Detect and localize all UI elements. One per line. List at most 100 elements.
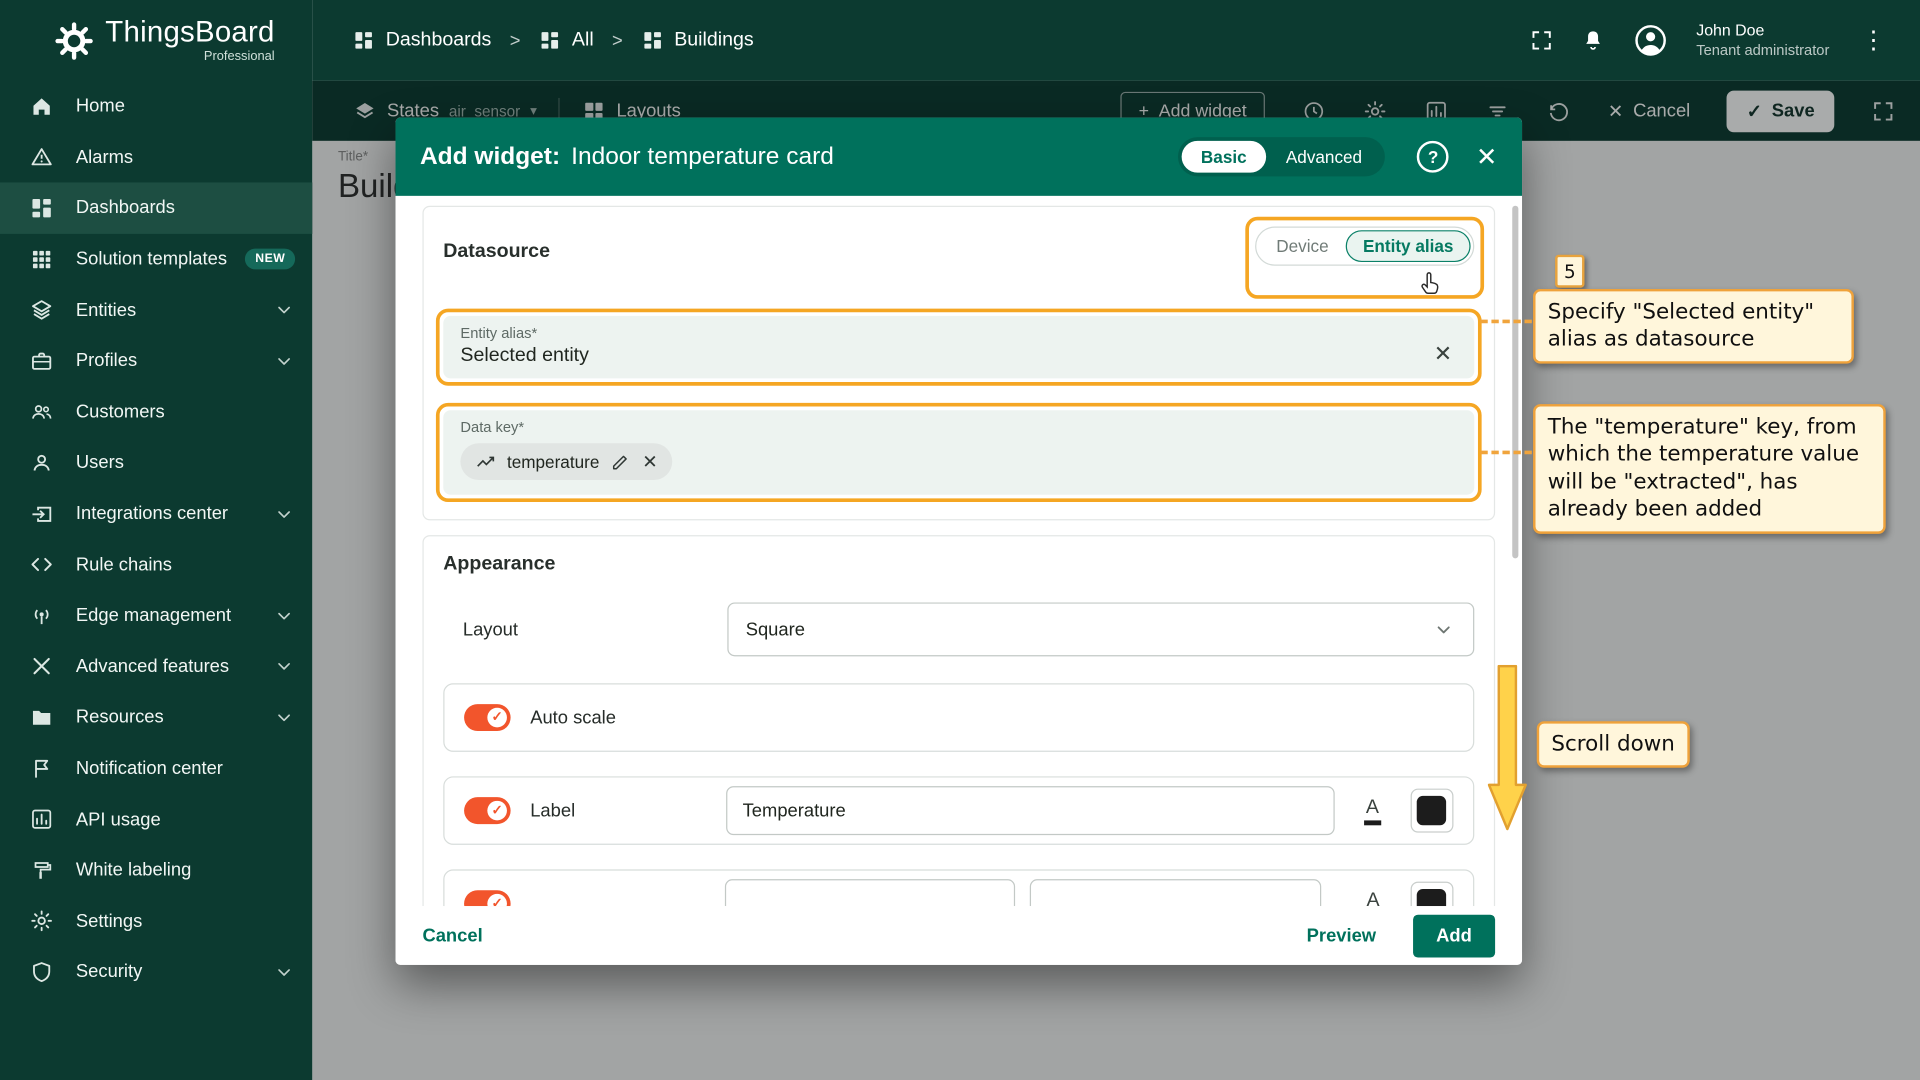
entity-alias-field[interactable]: Entity alias* Selected entity ✕ (443, 315, 1475, 379)
dialog-header: Add widget: Indoor temperature card Basi… (395, 117, 1523, 196)
entity-alias-label: Entity alias* (460, 324, 538, 342)
chevron-down-icon (278, 612, 290, 620)
sidebar-nav: Home Alarms Dashboards Solution template… (0, 81, 313, 1080)
sidebar-item-resources[interactable]: Resources (0, 692, 312, 743)
data-key-field[interactable]: Data key* temperature ✕ (443, 410, 1475, 495)
chevron-down-icon (278, 714, 290, 722)
data-key-chip[interactable]: temperature ✕ (460, 443, 673, 481)
sidebar-item-integrations-center[interactable]: Integrations center (0, 488, 312, 539)
warning-icon (31, 148, 52, 166)
letter-a-icon: A (1366, 889, 1380, 907)
clipped-input-2[interactable] (1030, 879, 1321, 907)
appearance-section: Appearance Layout Square Auto scale Labe… (422, 535, 1496, 907)
sidebar-item-label: Edge management (75, 605, 232, 627)
breadcrumb: Dashboards > All > Buildings (353, 29, 754, 51)
sidebar-item-label: Security (75, 961, 143, 983)
dialog-cancel-button[interactable]: Cancel (422, 925, 482, 946)
sidebar-item-security[interactable]: Security (0, 947, 312, 998)
dialog-title-prefix: Add widget: (420, 142, 561, 170)
antenna-icon (34, 609, 49, 624)
dialog-scrollbar[interactable] (1512, 205, 1519, 559)
clipped-color-button[interactable] (1410, 881, 1454, 907)
appearance-heading: Appearance (443, 553, 556, 575)
people-icon (32, 405, 52, 420)
user-name: John Doe (1696, 20, 1765, 39)
entity-alias-value: Selected entity (460, 345, 589, 367)
breadcrumb-label: All (571, 29, 594, 51)
input-icon (32, 506, 52, 522)
sidebar-item-notification-center[interactable]: Notification center (0, 743, 312, 794)
sidebar-item-api-usage[interactable]: API usage (0, 794, 312, 845)
remove-key-button[interactable]: ✕ (642, 451, 657, 473)
sidebar-item-edge-management[interactable]: Edge management (0, 590, 312, 641)
header-actions: John Doe Tenant administrator ⋮ (1530, 21, 1891, 61)
preview-button[interactable]: Preview (1307, 925, 1376, 946)
sidebar-item-white-labeling[interactable]: White labeling (0, 845, 312, 896)
layout-select[interactable]: Square (727, 602, 1475, 657)
step-number-badge: 5 (1555, 254, 1585, 288)
clipped-input-1[interactable] (724, 879, 1016, 907)
label-color-button[interactable] (1410, 788, 1454, 833)
edit-pencil-icon[interactable] (610, 451, 631, 472)
label-input[interactable] (726, 786, 1335, 836)
sidebar-item-rule-chains[interactable]: Rule chains (0, 539, 312, 590)
sidebar-item-label: Settings (75, 910, 143, 932)
clipped-form-row: A (443, 869, 1475, 907)
sidebar-item-dashboards[interactable]: Dashboards (0, 182, 313, 234)
sidebar-item-home[interactable]: Home (0, 81, 312, 132)
callout-data-key: The "temperature" key, from which the te… (1533, 404, 1886, 534)
breadcrumb-item-all[interactable]: All (539, 29, 594, 51)
add-button[interactable]: Add (1412, 914, 1496, 957)
sidebar-item-label: Integrations center (75, 503, 229, 525)
datasource-type-device[interactable]: Device (1259, 230, 1346, 262)
thingsboard-logo[interactable]: ThingsBoard Professional (0, 0, 312, 81)
sidebar-item-users[interactable]: Users (0, 437, 312, 488)
sidebar-item-label: Solution templates (75, 248, 228, 270)
sidebar-item-label: White labeling (75, 859, 192, 881)
datasource-type-entity-alias[interactable]: Entity alias (1345, 230, 1471, 263)
datasource-section: Datasource Device Entity alias Entity al… (422, 205, 1496, 521)
dashboards-icon (32, 198, 51, 218)
datasource-type-toggle: Device Entity alias (1255, 226, 1475, 266)
sidebar-item-solution-templates[interactable]: Solution templates NEW (0, 234, 312, 285)
clipped-toggle[interactable] (464, 890, 511, 907)
help-button[interactable]: ? (1417, 140, 1450, 173)
data-key-highlight: Data key* temperature ✕ (435, 402, 1482, 503)
breadcrumb-item-buildings[interactable]: Buildings (641, 29, 754, 51)
label-toggle[interactable] (464, 797, 511, 825)
connector-line (1480, 319, 1532, 324)
sidebar-item-entities[interactable]: Entities (0, 285, 312, 336)
top-header: Dashboards > All > Buildings John Doe Te… (312, 0, 1920, 81)
entity-alias-highlight: Entity alias* Selected entity ✕ (435, 308, 1482, 386)
fullscreen-icon[interactable] (1530, 28, 1554, 52)
breadcrumb-separator: > (509, 30, 521, 51)
tab-basic[interactable]: Basic (1181, 140, 1267, 173)
sidebar-item-profiles[interactable]: Profiles (0, 335, 312, 386)
code-icon (31, 558, 52, 572)
flag-icon (35, 759, 49, 778)
auto-scale-toggle[interactable] (464, 704, 511, 732)
sidebar-item-settings[interactable]: Settings (0, 896, 312, 947)
clipped-font-color-button[interactable]: A (1353, 883, 1394, 907)
avatar[interactable] (1633, 22, 1670, 59)
sidebar-item-customers[interactable]: Customers (0, 386, 312, 437)
sidebar-item-label: API usage (75, 808, 161, 830)
clear-entity-alias-button[interactable]: ✕ (1429, 342, 1457, 368)
breadcrumb-item-dashboards[interactable]: Dashboards (353, 29, 491, 51)
app-root: ThingsBoard Professional Home Alarms Das… (0, 0, 1920, 1080)
dialog-close-button[interactable]: ✕ (1476, 141, 1498, 172)
dashboards-icon (643, 32, 661, 49)
notifications-bell-icon[interactable] (1581, 28, 1605, 52)
sidebar-item-alarms[interactable]: Alarms (0, 132, 312, 183)
dialog-title: Add widget: Indoor temperature card (420, 143, 834, 171)
tab-advanced[interactable]: Advanced (1266, 141, 1381, 173)
scroll-down-arrow (1487, 664, 1527, 831)
sidebar-item-advanced-features[interactable]: Advanced features (0, 641, 312, 692)
new-badge: NEW (245, 248, 296, 270)
font-color-button[interactable]: A (1352, 790, 1393, 832)
dialog-body: Datasource Device Entity alias Entity al… (395, 195, 1523, 907)
more-menu-button[interactable]: ⋮ (1856, 25, 1890, 56)
user-info: John Doe Tenant administrator (1696, 21, 1829, 61)
trend-line-icon (477, 456, 495, 467)
breadcrumb-label: Buildings (674, 29, 754, 51)
